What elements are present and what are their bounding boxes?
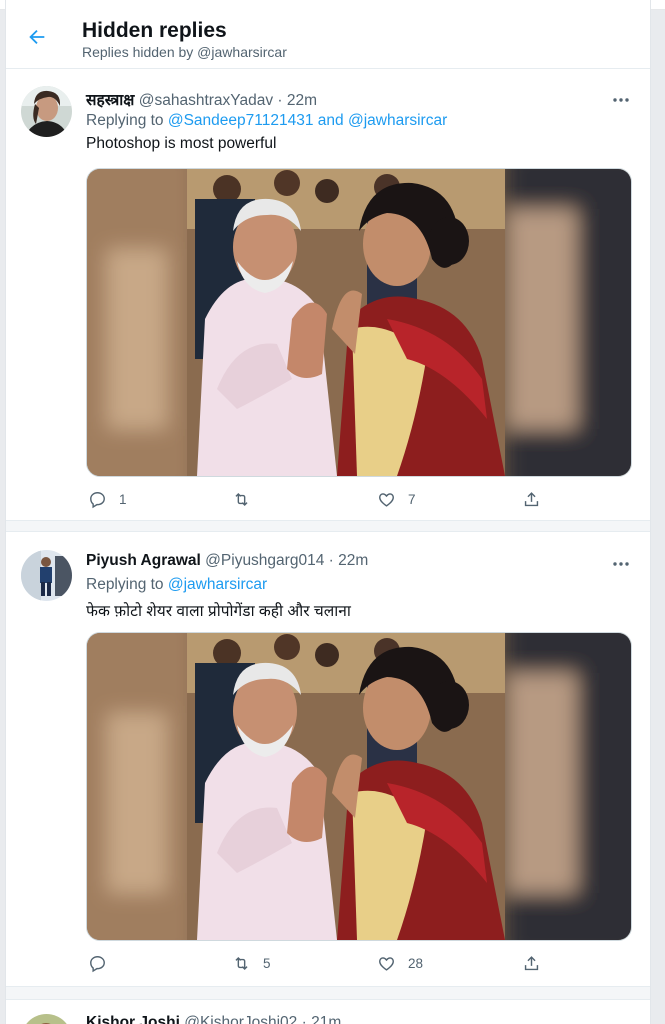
more-icon[interactable] [612, 556, 630, 572]
page-subtitle: Replies hidden by @jawharsircar [82, 44, 287, 60]
avatar[interactable] [21, 550, 72, 601]
mention-link[interactable]: @jawharsircar [348, 112, 447, 129]
tweet-image[interactable] [86, 168, 632, 477]
reply-button[interactable]: 1 [88, 488, 127, 510]
timestamp[interactable]: 22m [338, 552, 368, 569]
author-name[interactable]: सहस्त्राक्ष [86, 92, 134, 109]
retweet-button[interactable] [232, 488, 263, 510]
timestamp[interactable]: 21m [311, 1014, 341, 1024]
replying-to: Replying to @jawharsircar [86, 576, 268, 593]
tweet-text: Photoshop is most powerful [86, 135, 277, 152]
more-icon[interactable] [612, 1018, 630, 1024]
avatar[interactable] [21, 1014, 72, 1024]
tweet[interactable]: Piyush Agrawal @Piyushgarg014 · 22m Repl… [6, 532, 650, 984]
replying-to: Replying to @Sandeep71121431 and @jawhar… [86, 112, 448, 129]
like-icon [379, 492, 394, 507]
retweet-icon [235, 956, 248, 970]
mention-joiner: and [317, 112, 344, 129]
tweet-actions: 1 7 [86, 488, 630, 512]
page-header: Hidden replies Replies hidden by @jawhar… [6, 10, 650, 69]
more-icon[interactable] [612, 92, 630, 108]
tweet[interactable]: सहस्त्राक्ष @sahashtraxYadav · 22m Reply… [6, 78, 650, 520]
like-icon [379, 956, 394, 971]
author-name[interactable]: Kishor Joshi [86, 1014, 180, 1024]
author-handle[interactable]: @sahashtraxYadav [139, 92, 273, 109]
divider [6, 986, 650, 1000]
like-count: 7 [408, 491, 416, 507]
avatar[interactable] [21, 86, 72, 137]
retweet-button[interactable]: 5 [232, 952, 271, 974]
share-button[interactable] [522, 952, 541, 974]
author-handle[interactable]: @Piyushgarg014 [205, 552, 324, 569]
mention-link[interactable]: @Sandeep71121431 [168, 112, 314, 129]
mention-link[interactable]: @jawharsircar [168, 576, 267, 593]
share-icon [524, 491, 539, 506]
like-count: 28 [408, 955, 424, 971]
reply-icon [90, 955, 105, 972]
tweet-image[interactable] [86, 632, 632, 941]
reply-icon [90, 491, 105, 508]
reply-button[interactable] [88, 952, 119, 974]
retweet-icon [235, 492, 248, 506]
reply-count: 1 [119, 491, 127, 507]
tweet[interactable]: Kishor Joshi @KishorJoshi02 · 21m [6, 1000, 650, 1024]
tweet-actions: 5 28 [86, 952, 630, 976]
share-icon [524, 955, 539, 970]
share-button[interactable] [522, 488, 541, 510]
main-column: Hidden replies Replies hidden by @jawhar… [5, 0, 651, 1024]
page-title: Hidden replies [82, 19, 227, 42]
like-button[interactable]: 7 [377, 488, 416, 510]
tweet-text: फेक फ़ोटो शेयर वाला प्रोपोगेंडा कही और च… [86, 603, 351, 620]
author-handle[interactable]: @KishorJoshi02 [184, 1014, 297, 1024]
back-arrow-icon[interactable] [26, 26, 48, 48]
author-name[interactable]: Piyush Agrawal [86, 552, 201, 569]
timestamp[interactable]: 22m [287, 92, 317, 109]
retweet-count: 5 [263, 955, 271, 971]
like-button[interactable]: 28 [377, 952, 423, 974]
divider [6, 520, 650, 532]
